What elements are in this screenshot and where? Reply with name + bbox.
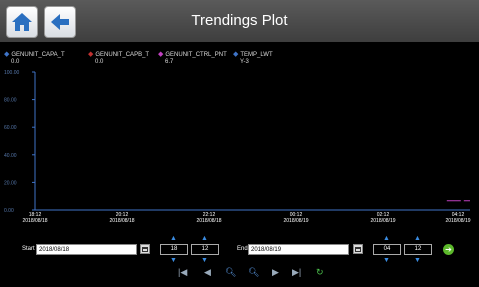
end-minute-field[interactable]: 12 [404, 244, 432, 255]
start-label: Start [22, 246, 35, 252]
zoom-out-icon[interactable]: 🔍︎ [248, 267, 259, 277]
calendar-icon [142, 247, 148, 252]
x-tick-date: 2018/08/18 [22, 218, 47, 224]
y-tick-label: 60.00 [4, 125, 17, 131]
jump-to-start-icon[interactable]: |◀ [178, 267, 187, 277]
y-tick-label: 0.00 [4, 208, 14, 214]
start-minute-up-arrow-icon[interactable]: ▲ [201, 235, 208, 242]
end-calendar-button[interactable] [353, 244, 363, 254]
apply-button[interactable]: ➔ [443, 244, 454, 255]
start-hour-down-arrow-icon[interactable]: ▼ [170, 257, 177, 264]
x-tick-date: 2018/08/19 [283, 218, 308, 224]
start-minute-field[interactable]: 12 [191, 244, 219, 255]
x-tick-date: 2018/08/19 [445, 218, 470, 224]
start-hour-field[interactable]: 18 [160, 244, 188, 255]
y-tick-label: 40.00 [4, 153, 17, 159]
x-tick-date: 2018/08/19 [370, 218, 395, 224]
calendar-icon [355, 247, 361, 252]
y-tick-label: 80.00 [4, 98, 17, 104]
end-hour-up-arrow-icon[interactable]: ▲ [383, 235, 390, 242]
end-minute-down-arrow-icon[interactable]: ▼ [414, 257, 421, 264]
jump-to-end-icon[interactable]: ▶| [292, 267, 301, 277]
start-minute-down-arrow-icon[interactable]: ▼ [201, 257, 208, 264]
y-tick-label: 100.00 [4, 70, 20, 76]
arrow-right-icon: ➔ [445, 245, 452, 254]
end-hour-field[interactable]: 04 [373, 244, 401, 255]
end-minute-up-arrow-icon[interactable]: ▲ [414, 235, 421, 242]
x-tick-date: 2018/08/18 [109, 218, 134, 224]
end-hour-down-arrow-icon[interactable]: ▼ [383, 257, 390, 264]
end-date-field[interactable]: 2018/08/19 [248, 244, 349, 255]
x-tick-date: 2018/08/18 [196, 218, 221, 224]
start-calendar-button[interactable] [140, 244, 150, 254]
start-hour-up-arrow-icon[interactable]: ▲ [170, 235, 177, 242]
end-label: End [237, 246, 248, 252]
y-tick-label: 20.00 [4, 180, 17, 186]
step-forward-icon[interactable]: ▶ [272, 267, 279, 277]
start-date-field[interactable]: 2018/08/18 [36, 244, 137, 255]
zoom-in-icon[interactable]: 🔍︎ [225, 267, 236, 277]
step-back-icon[interactable]: ◀ [204, 267, 211, 277]
refresh-icon[interactable]: ↻ [316, 267, 324, 277]
